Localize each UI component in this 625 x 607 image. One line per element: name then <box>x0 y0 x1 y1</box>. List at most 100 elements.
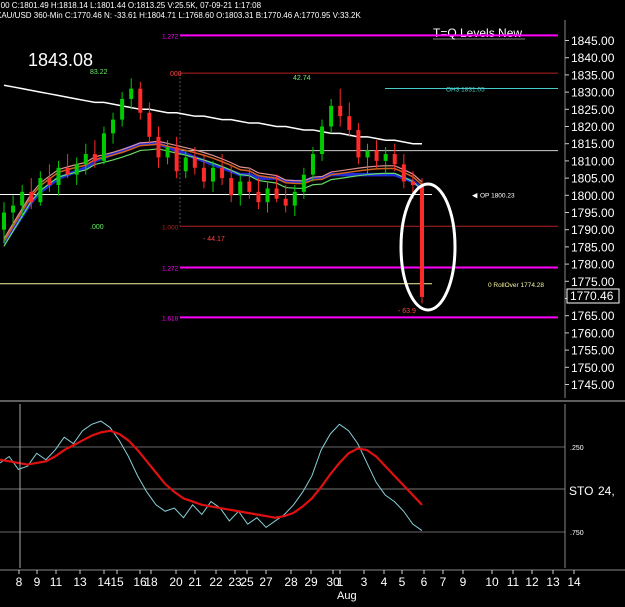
candle-body <box>220 167 225 179</box>
candle-body <box>83 154 88 165</box>
chart-annotation: 000 <box>170 71 182 78</box>
candle-body <box>147 112 152 137</box>
price-tick-label: 1775.00 <box>571 275 615 289</box>
candle-body <box>65 167 70 175</box>
candle-body <box>320 126 325 155</box>
candle-body <box>138 88 143 113</box>
candle-body <box>410 181 415 185</box>
candle-body <box>356 129 361 158</box>
candle-body <box>401 164 406 182</box>
level-label: OP 1800.23 <box>480 193 515 200</box>
level-label: 1.000 <box>162 224 179 231</box>
time-tick-label: 1 <box>337 575 344 589</box>
candle-body <box>129 88 134 99</box>
candle-body <box>274 188 279 199</box>
candle-body <box>11 205 16 213</box>
candle-body <box>156 136 161 158</box>
time-tick-label: 15 <box>110 575 124 589</box>
price-tick-label: 1810.00 <box>571 154 615 168</box>
candle-body <box>47 178 52 185</box>
candle-body <box>338 105 343 117</box>
candle-body <box>301 174 306 192</box>
candle-body <box>120 98 125 120</box>
header-line1: 5:00 C:1801.49 H:1818.14 L:1801.44 O:181… <box>0 1 262 10</box>
candle-body <box>20 191 25 206</box>
price-tick-label: 1835.00 <box>571 68 615 82</box>
candle-body <box>292 191 297 206</box>
chart-annotation: - 44.17 <box>203 236 225 243</box>
candle-body <box>365 150 370 158</box>
candle-body <box>111 119 116 134</box>
candle-body <box>174 147 179 172</box>
time-tick-label: 6 <box>421 575 428 589</box>
candle-body <box>165 147 170 158</box>
chart-window: 5:00 C:1801.49 H:1818.14 L:1801.44 O:181… <box>0 0 625 602</box>
candle-body <box>92 154 97 161</box>
candle-body <box>229 178 234 196</box>
time-tick-label: 5 <box>399 575 406 589</box>
price-tick-label: 1780.00 <box>571 258 615 272</box>
time-tick-label: 14 <box>567 575 581 589</box>
candle-body <box>201 167 206 182</box>
chart-annotation: 83.22 <box>90 69 108 76</box>
candle-body <box>56 167 61 185</box>
candle-body <box>101 133 106 161</box>
time-tick-label: 13 <box>546 575 560 589</box>
op-arrow-icon: ◀ <box>472 193 478 200</box>
candle-body <box>74 164 79 175</box>
time-tick-label: 12 <box>525 575 539 589</box>
candle-body <box>247 181 252 192</box>
price-tick-label: 1830.00 <box>571 86 615 100</box>
indicator-title: T=Q Levels New <box>433 26 522 40</box>
price-tick-label: 1790.00 <box>571 223 615 237</box>
candle-body <box>347 116 352 130</box>
chart-svg: 5:00 C:1801.49 H:1818.14 L:1801.44 O:181… <box>0 0 625 602</box>
sto-suffix: 24, <box>598 484 615 498</box>
candle-body <box>265 188 270 203</box>
time-tick-label: 21 <box>188 575 202 589</box>
time-tick-label: 29 <box>304 575 318 589</box>
candle-body <box>392 154 397 165</box>
price-tick-label: 1755.00 <box>571 344 615 358</box>
time-tick-label: 7 <box>440 575 447 589</box>
big-price: 1843.08 <box>28 50 93 70</box>
price-tick-label: 1805.00 <box>571 172 615 186</box>
sto-tick-label: .250 <box>570 445 584 452</box>
price-tick-label: 1785.00 <box>571 240 615 254</box>
candle-body <box>310 154 315 175</box>
time-tick-label: 11 <box>507 575 520 589</box>
time-tick-label: 4 <box>381 575 388 589</box>
time-tick-label: 22 <box>209 575 223 589</box>
candle-body <box>2 212 6 230</box>
candle-body <box>256 191 261 203</box>
price-tick-label: 1800.00 <box>571 189 615 203</box>
price-tick-label: 1820.00 <box>571 120 615 134</box>
time-tick-label: 10 <box>485 575 499 589</box>
price-tick-label: 1750.00 <box>571 361 615 375</box>
level-label: OH3 1831.05 <box>446 86 485 93</box>
time-tick-label: 14 <box>97 575 111 589</box>
candle-body <box>29 191 34 203</box>
candle-body <box>283 198 288 206</box>
level-label: 0 RollOver 1774.28 <box>488 282 544 289</box>
level-label: 1.272 <box>162 266 179 273</box>
chart-annotation: 42.74 <box>293 75 311 82</box>
time-tick-label: 20 <box>169 575 183 589</box>
sto-title: STO <box>569 484 593 498</box>
price-tick-label: 1795.00 <box>571 206 615 220</box>
time-tick-label: 27 <box>259 575 273 589</box>
price-tick-label: 1825.00 <box>571 103 615 117</box>
candle-body <box>374 150 379 161</box>
time-tick-label: 25 <box>240 575 254 589</box>
candle-body <box>238 181 243 196</box>
x-month-label: Aug <box>337 590 357 602</box>
price-tick-label: 1745.00 <box>571 378 615 392</box>
price-tick-label: 1840.00 <box>571 51 615 65</box>
price-tick-label: 1815.00 <box>571 137 615 151</box>
level-label: 1.272 <box>162 33 179 40</box>
price-axis[interactable]: 1845.00 1840.00 1835.00 1830.00 1825.00 1820.… <box>565 34 615 392</box>
time-tick-label: 28 <box>284 575 298 589</box>
time-tick-label: 3 <box>361 575 368 589</box>
current-price-label: 1770.46 <box>570 289 614 303</box>
candle-body <box>420 184 424 297</box>
